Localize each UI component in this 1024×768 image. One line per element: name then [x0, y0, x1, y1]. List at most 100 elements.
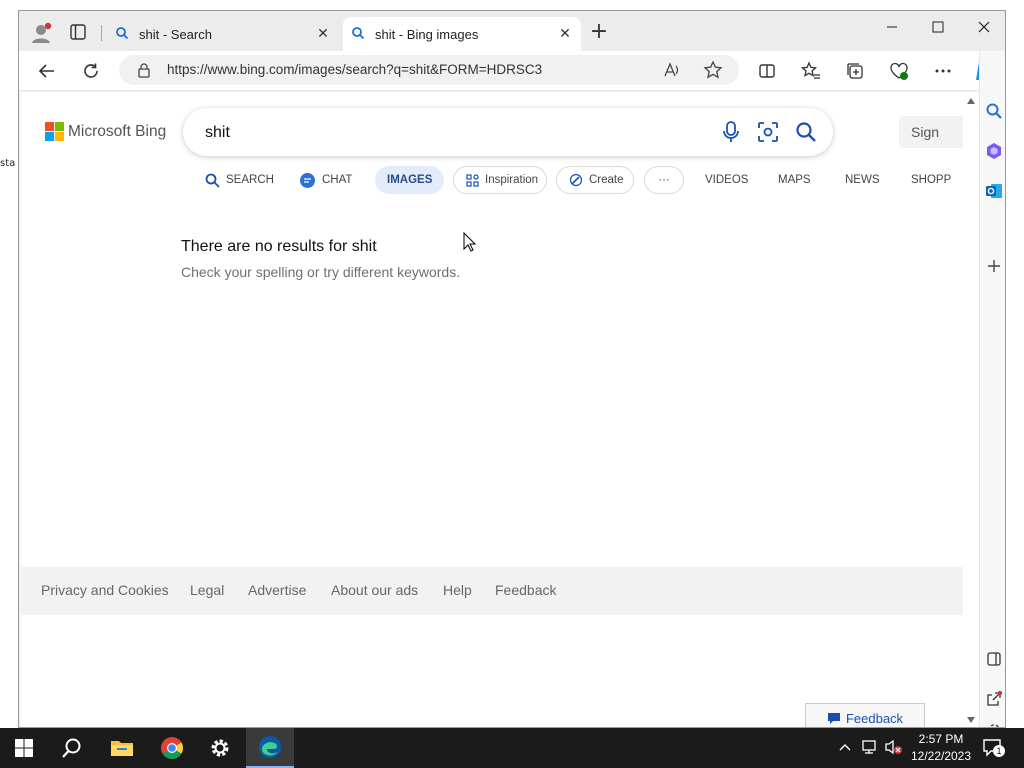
chat-icon	[299, 172, 316, 189]
notification-count-badge: 1	[993, 745, 1005, 757]
profile-icon[interactable]	[29, 21, 53, 45]
search-icon[interactable]	[795, 121, 817, 143]
desktop-edge-text: sta	[0, 158, 16, 169]
sidebar-search-icon[interactable]	[984, 101, 1004, 121]
footer-link-legal[interactable]: Legal	[190, 582, 224, 598]
logo-text: Microsoft Bing	[68, 122, 167, 140]
search-favicon-icon	[351, 26, 367, 42]
sign-in-button[interactable]: Sign	[899, 116, 963, 148]
browser-window: shit - Search ✕ shit - Bing images ✕ + h…	[18, 10, 1006, 728]
feedback-button[interactable]: Feedback	[805, 703, 925, 727]
action-center-icon[interactable]: 1	[982, 738, 1006, 758]
microsoft-logo-icon	[45, 122, 64, 141]
mouse-cursor-icon	[463, 232, 477, 252]
search-favicon-icon	[115, 26, 131, 42]
no-results-title: There are no results for shit	[181, 238, 377, 255]
sidebar-outlook-icon[interactable]	[984, 181, 1004, 201]
settings-gear-icon[interactable]	[196, 728, 244, 768]
nav-images[interactable]: IMAGES	[375, 166, 445, 194]
edge-sidebar	[979, 51, 1005, 727]
nav-videos[interactable]: VIDEOS	[705, 166, 748, 194]
external-link-icon[interactable]	[984, 689, 1004, 709]
browser-toolbar: https://www.bing.com/images/search?q=shi…	[19, 51, 1005, 91]
close-tab-icon[interactable]: ✕	[315, 26, 331, 42]
footer-link-about-ads[interactable]: About our ads	[331, 582, 418, 598]
read-aloud-icon[interactable]	[663, 61, 681, 79]
nav-shopping[interactable]: SHOPP	[911, 166, 951, 194]
scroll-down-icon[interactable]	[967, 717, 975, 723]
page-scrollbar[interactable]	[963, 92, 979, 727]
search-box[interactable]	[183, 108, 833, 156]
windows-taskbar: 2:57 PM 12/22/2023 1	[0, 728, 1024, 768]
file-explorer-icon[interactable]	[98, 728, 146, 768]
maximize-button[interactable]	[915, 11, 961, 43]
sidebar-settings-icon[interactable]	[984, 721, 1004, 727]
sidebar-office-icon[interactable]	[984, 141, 1004, 161]
microphone-icon[interactable]	[723, 120, 739, 144]
refresh-button[interactable]	[77, 57, 105, 85]
footer-link-advertise[interactable]: Advertise	[248, 582, 306, 598]
nav-inspiration[interactable]: Inspiration	[453, 166, 547, 194]
back-button[interactable]	[33, 57, 61, 85]
start-button[interactable]	[0, 728, 48, 768]
show-hidden-icons-icon[interactable]	[838, 740, 852, 754]
nav-more[interactable]: ···	[644, 166, 684, 194]
search-scope-nav: SEARCH CHAT IMAGES Inspiration Create ··…	[21, 164, 963, 198]
clock-time: 2:57 PM	[918, 732, 964, 746]
feedback-label: Feedback	[845, 710, 904, 726]
address-bar[interactable]: https://www.bing.com/images/search?q=shi…	[119, 55, 739, 85]
more-options-icon[interactable]	[929, 57, 957, 85]
tab-search[interactable]: shit - Search ✕	[107, 17, 339, 51]
nav-create[interactable]: Create	[556, 166, 634, 194]
hide-sidebar-icon[interactable]	[984, 649, 1004, 669]
windows-logo-icon	[15, 739, 33, 757]
minimize-button[interactable]	[869, 11, 915, 43]
tab-actions-icon[interactable]	[69, 23, 89, 43]
tab-title: shit - Search	[139, 26, 212, 42]
lock-icon[interactable]	[137, 62, 151, 78]
chrome-icon[interactable]	[148, 728, 196, 768]
nav-search[interactable]: SEARCH	[205, 166, 274, 194]
system-clock[interactable]: 2:57 PM 12/22/2023	[906, 731, 976, 765]
no-results-hint: Check your spelling or try different key…	[181, 264, 461, 280]
page-footer: Privacy and Cookies Legal Advertise Abou…	[21, 567, 963, 615]
network-icon[interactable]	[862, 739, 880, 755]
nav-label: CHAT	[322, 174, 353, 186]
tab-strip: shit - Search ✕ shit - Bing images ✕ +	[19, 11, 1005, 51]
footer-link-privacy[interactable]: Privacy and Cookies	[41, 582, 169, 598]
visual-search-icon[interactable]	[757, 121, 779, 143]
close-tab-icon[interactable]: ✕	[557, 26, 573, 42]
feedback-icon	[827, 712, 841, 725]
nav-label: Inspiration	[485, 174, 539, 186]
favorites-icon[interactable]	[797, 57, 825, 85]
taskbar-search-icon[interactable]	[48, 728, 96, 768]
volume-muted-icon[interactable]	[884, 739, 904, 755]
nav-chat[interactable]: CHAT	[299, 166, 352, 194]
favorite-star-icon[interactable]	[703, 60, 723, 80]
clock-date: 12/22/2023	[910, 749, 972, 763]
browser-essentials-icon[interactable]	[885, 57, 913, 85]
edge-taskbar-icon[interactable]	[246, 728, 294, 768]
tab-title: shit - Bing images	[375, 26, 479, 42]
close-window-button[interactable]	[961, 11, 1005, 43]
nav-label: Create	[589, 174, 624, 186]
nav-news[interactable]: NEWS	[845, 166, 880, 194]
search-input[interactable]	[203, 120, 687, 146]
inspiration-icon	[466, 173, 479, 187]
collections-icon[interactable]	[841, 57, 869, 85]
scroll-up-icon[interactable]	[967, 98, 975, 104]
footer-link-feedback[interactable]: Feedback	[495, 582, 556, 598]
url-text[interactable]: https://www.bing.com/images/search?q=shi…	[167, 62, 542, 77]
tab-divider	[101, 25, 102, 41]
search-icon	[205, 173, 220, 188]
sidebar-add-icon[interactable]	[984, 256, 1004, 276]
tab-bing-images[interactable]: shit - Bing images ✕	[343, 17, 581, 51]
page-content: Microsoft Bing Sign SEARCH	[21, 92, 963, 727]
create-icon	[569, 173, 583, 187]
nav-label: SEARCH	[226, 174, 274, 186]
nav-maps[interactable]: MAPS	[778, 166, 811, 194]
footer-link-help[interactable]: Help	[443, 582, 472, 598]
new-tab-button[interactable]: +	[589, 21, 609, 43]
split-screen-icon[interactable]	[753, 57, 781, 85]
bing-logo[interactable]: Microsoft Bing	[45, 122, 166, 141]
